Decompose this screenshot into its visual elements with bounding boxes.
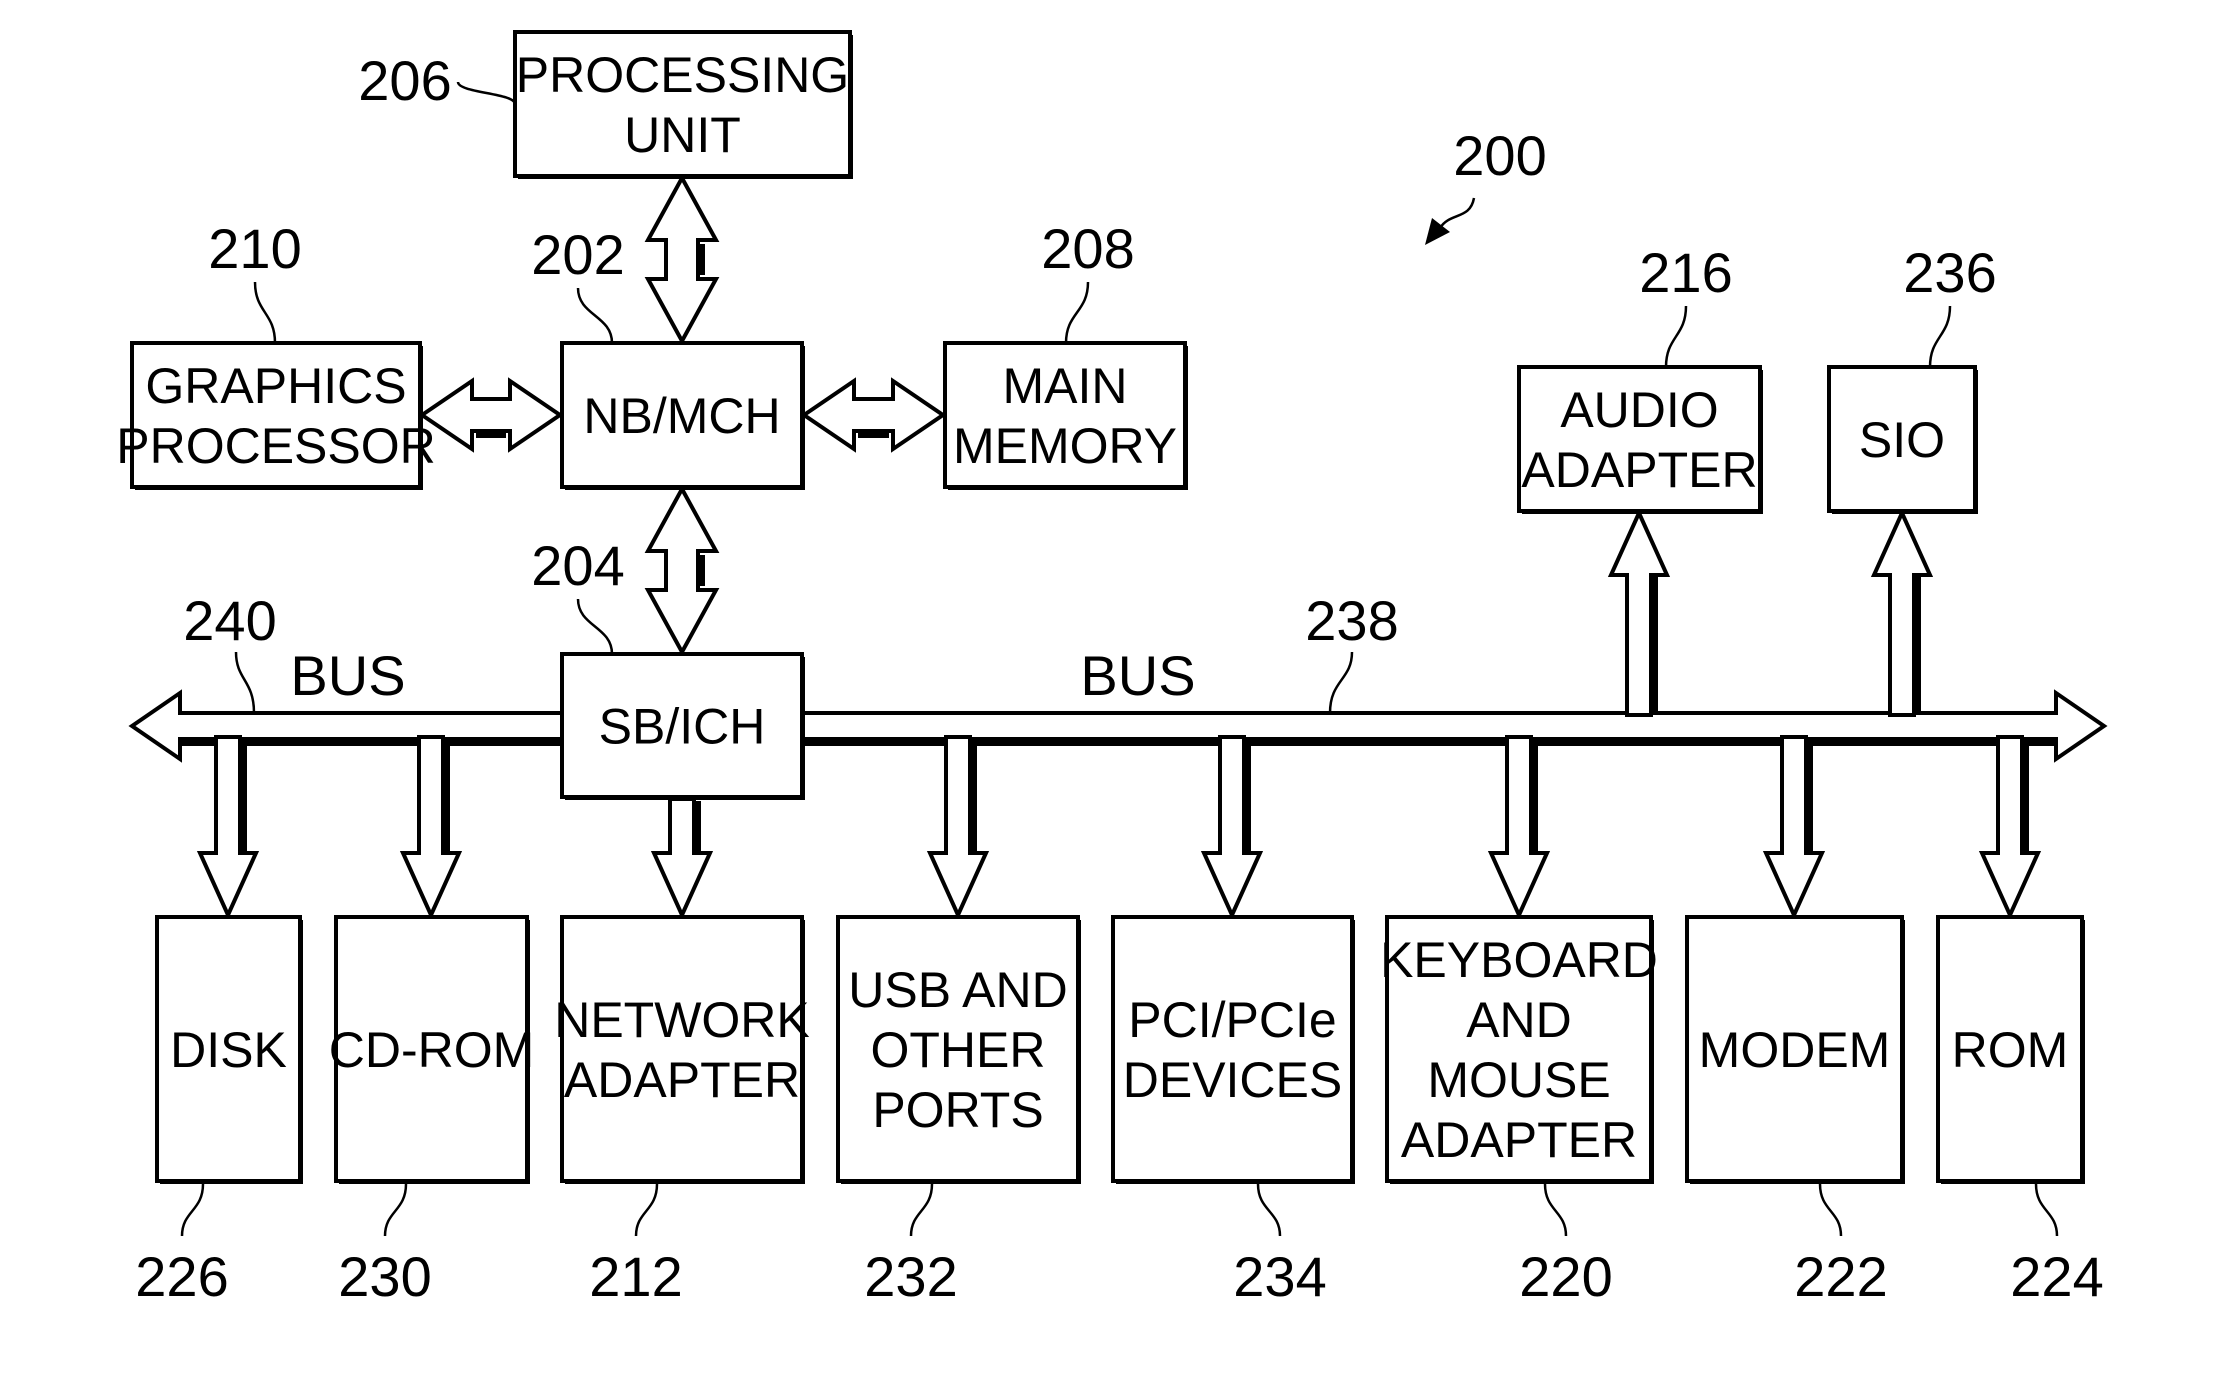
block-label-line: PORTS [872, 1082, 1043, 1138]
arrow-bus-pci [1200, 735, 1264, 920]
ref-numeral: 232 [864, 1245, 957, 1308]
block-label-line: DEVICES [1123, 1052, 1343, 1108]
leader-bus-right [1328, 651, 1354, 714]
leader-line [253, 281, 277, 344]
ref-numeral: 204 [531, 534, 624, 597]
arrow-processing-nb [644, 173, 720, 346]
arrow-bus-audio [1607, 508, 1671, 717]
ref-numeral: 202 [531, 223, 624, 286]
block-rom: ROM [1936, 915, 2085, 1184]
block-label-line: OTHER [871, 1022, 1046, 1078]
ref-numeral: 212 [589, 1245, 682, 1308]
leader-line [1543, 1183, 1568, 1237]
block-label-line: DISK [170, 1022, 287, 1078]
leader-line [2034, 1183, 2059, 1237]
block-label-line: SIO [1859, 412, 1945, 468]
arrow-layer [196, 173, 2042, 920]
ref-numeral: 216 [1639, 241, 1732, 304]
arrow-sb-network [650, 797, 714, 920]
block-cd-rom: CD-ROM [329, 915, 535, 1184]
leader-line [1818, 1183, 1843, 1237]
arrow-bus-modem [1762, 735, 1826, 920]
block-processing-unit: PROCESSINGUNIT [513, 30, 853, 179]
ref-numeral: 220 [1519, 1245, 1612, 1308]
arrow-bus-cdrom [399, 735, 463, 920]
block-frame [560, 915, 804, 1183]
block-label-line: MODEM [1699, 1022, 1891, 1078]
block-sb-ich: SB/ICH [560, 652, 805, 800]
block-label-line: SB/ICH [599, 699, 766, 755]
arrow-bus-usb [926, 735, 990, 920]
ref-numeral: 236 [1903, 241, 1996, 304]
arrow-bus-keyboard [1487, 735, 1551, 920]
block-label-line: USB AND [848, 962, 1068, 1018]
bus-right-label: BUS [1080, 644, 1195, 707]
ref-numeral: 234 [1233, 1245, 1326, 1308]
ref-numeral: 226 [135, 1245, 228, 1308]
ref-numeral: 208 [1041, 217, 1134, 280]
figure-ref: 200 [1453, 124, 1546, 187]
block-label-line: PROCESSOR [116, 418, 436, 474]
ref-bus-left: 240 [183, 589, 276, 652]
arrow-bus-disk [196, 735, 260, 920]
ref-bus-right: 238 [1305, 589, 1398, 652]
leader-line [383, 1183, 408, 1237]
ref-numeral: 206 [358, 49, 451, 112]
block-graphics-processor: GRAPHICSPROCESSOR [116, 341, 436, 490]
leader-line [576, 598, 614, 655]
block-label-line: MAIN [1003, 358, 1128, 414]
arrow-bus-sio [1870, 508, 1934, 717]
arrow-nb-memory [800, 377, 947, 453]
block-label-line: KEYBOARD [1380, 932, 1658, 988]
block-label-line: CD-ROM [329, 1022, 535, 1078]
arrow-graphics-nb [418, 377, 564, 453]
block-label-line: AND [1466, 992, 1572, 1048]
figure-ref-leader [1438, 197, 1476, 229]
block-keyboard-mouse: KEYBOARDANDMOUSEADAPTER [1380, 915, 1658, 1184]
ref-numeral: 230 [338, 1245, 431, 1308]
leader-line [576, 287, 614, 344]
box-layer: PROCESSINGUNIT GRAPHICSPROCESSOR NB/MCH MAI… [116, 30, 2085, 1184]
leader-line [180, 1183, 205, 1237]
ref-numeral: 210 [208, 217, 301, 280]
block-modem: MODEM [1685, 915, 1905, 1184]
block-audio-adapter: AUDIOADAPTER [1517, 365, 1763, 514]
block-pci-devices: PCI/PCIeDEVICES [1111, 915, 1355, 1184]
ref-numeral: 224 [2010, 1245, 2103, 1308]
block-label-line: MOUSE [1427, 1052, 1610, 1108]
arrow-bus-rom [1978, 735, 2042, 920]
block-label-line: GRAPHICS [145, 358, 406, 414]
block-label-line: PCI/PCIe [1128, 992, 1336, 1048]
block-sio: SIO [1827, 365, 1978, 514]
block-label-line: AUDIO [1560, 382, 1718, 438]
block-diagram: PROCESSINGUNIT GRAPHICSPROCESSOR NB/MCH MAI… [116, 30, 2108, 1308]
leader-line [1664, 305, 1688, 368]
leader-line [1064, 281, 1090, 344]
block-label-line: ADAPTER [1401, 1112, 1637, 1168]
block-disk: DISK [155, 915, 303, 1184]
block-label-line: ROM [1952, 1022, 2069, 1078]
block-main-memory: MAINMEMORY [943, 341, 1188, 490]
block-label-line: PROCESSING [516, 47, 849, 103]
block-label-line: ADAPTER [1521, 442, 1757, 498]
leader-line [909, 1183, 934, 1237]
block-label-line: NETWORK [554, 992, 810, 1048]
ref-numeral: 222 [1794, 1245, 1887, 1308]
block-label-line: UNIT [624, 107, 741, 163]
leader-bus-left [234, 651, 256, 714]
block-nb-mch: NB/MCH [560, 341, 805, 490]
block-label-line: NB/MCH [583, 388, 780, 444]
arrow-nb-sb [644, 484, 720, 657]
block-frame [1111, 915, 1354, 1183]
block-label-line: MEMORY [953, 418, 1177, 474]
block-usb-ports: USB ANDOTHERPORTS [836, 915, 1081, 1184]
leader-line [456, 81, 517, 105]
leader-line [634, 1183, 659, 1237]
leader-line [1928, 305, 1952, 368]
block-network-adapter: NETWORKADAPTER [554, 915, 810, 1184]
leader-line [1256, 1183, 1282, 1237]
block-label-line: ADAPTER [564, 1052, 800, 1108]
bus-left-label: BUS [290, 644, 405, 707]
